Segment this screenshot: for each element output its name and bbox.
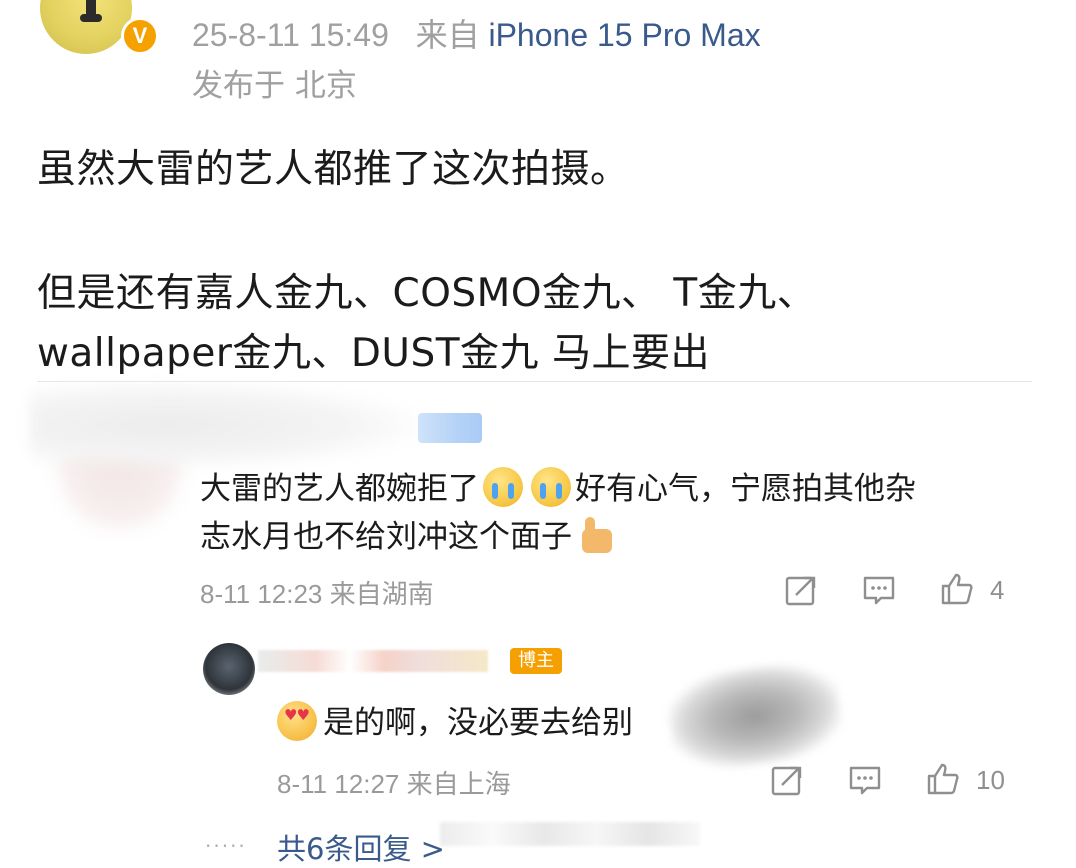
like-icon[interactable] <box>940 572 974 606</box>
commenter-name-blurred[interactable] <box>30 382 420 468</box>
post-time: 25-8-11 15:49 <box>192 17 389 53</box>
post-text-line: 但是还有嘉人金九、COSMO金九、 T金九、 <box>37 271 817 316</box>
post-text-line: wallpaper金九、DUST金九 马上要出 <box>37 331 710 376</box>
post-location: 发布于 北京 <box>192 68 357 104</box>
post-device-link[interactable]: iPhone 15 Pro Max <box>488 17 760 53</box>
comment-text-line: 志水月也不给刘冲这个面子 <box>200 511 616 556</box>
more-replies-link[interactable]: 共6条回复 > <box>277 826 445 868</box>
blogger-badge: 博主 <box>510 648 562 674</box>
comment-like-count: 4 <box>990 575 1005 605</box>
author-avatar[interactable] <box>40 0 132 54</box>
commenter-tag-blurred <box>418 413 482 443</box>
comment-meta: 8-11 12:23 来自湖南 <box>200 574 434 611</box>
comment-text-part: 大雷的艺人都婉拒了 <box>200 471 479 507</box>
like-icon[interactable] <box>926 762 960 796</box>
comment-icon[interactable] <box>862 573 896 607</box>
repost-icon[interactable] <box>770 763 804 797</box>
comment-time: 8-11 12:23 <box>200 579 323 609</box>
redaction-smudge <box>664 656 846 776</box>
reply-text: 是的啊，没必要去给别 <box>323 705 633 741</box>
reply-like-count: 10 <box>976 765 1005 795</box>
post-text-line: 虽然大雷的艺人都推了这次拍摄。 <box>37 147 630 192</box>
heart-eyes-icon <box>277 701 317 741</box>
comment-source: 来自湖南 <box>329 579 434 609</box>
microphone-base-graphic <box>80 14 102 22</box>
comment-text-part: 好有心气，宁愿拍其他杂 <box>575 471 916 507</box>
comment-icon[interactable] <box>848 763 882 797</box>
comment-text-part: 志水月也不给刘冲这个面子 <box>200 519 572 555</box>
crying-face-icon <box>531 467 571 507</box>
reply-avatar[interactable] <box>203 643 255 695</box>
reply-source: 来自上海 <box>406 769 511 799</box>
divider-dots: ····· <box>205 834 247 858</box>
reply-meta: 8-11 12:27 来自上海 <box>277 764 511 801</box>
post-meta: 25-8-11 15:49 来自 iPhone 15 Pro Max <box>192 10 761 56</box>
repost-icon[interactable] <box>784 573 818 607</box>
comment-text-line: 大雷的艺人都婉拒了 好有心气，宁愿拍其他杂 <box>200 463 916 508</box>
verified-v-badge-icon: V <box>121 17 159 55</box>
reply-user-name-blurred[interactable] <box>258 650 488 672</box>
reply-time: 8-11 12:27 <box>277 769 400 799</box>
reply-text-line: 是的啊，没必要去给别 <box>277 697 633 742</box>
redaction-blur <box>440 822 700 846</box>
crying-face-icon <box>483 467 523 507</box>
thumbs-up-icon <box>576 515 616 555</box>
post-from-label: 来自 <box>415 17 480 53</box>
